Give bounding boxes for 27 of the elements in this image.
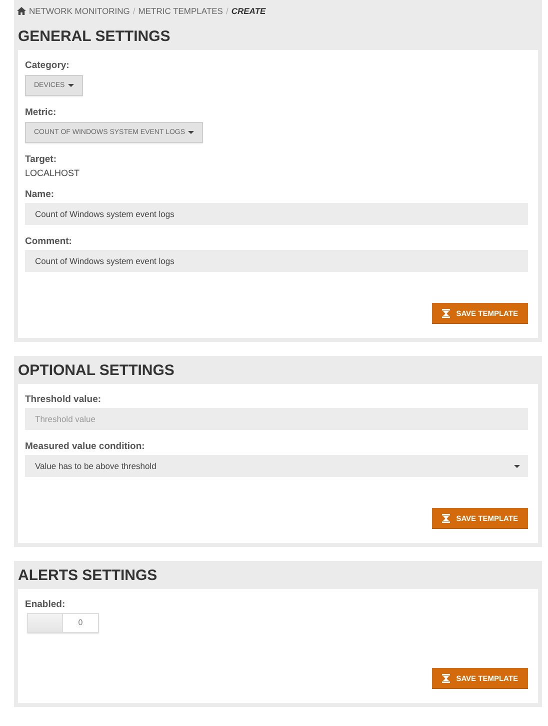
text-field[interactable]: Count of Windows system event logs xyxy=(25,203,528,225)
toggle-switch[interactable]: 0 xyxy=(27,613,99,633)
breadcrumb-link[interactable]: NETWORK MONITORING xyxy=(29,6,130,16)
caret-icon xyxy=(514,464,520,468)
home-icon[interactable] xyxy=(17,7,26,15)
field-label: Name: xyxy=(25,189,54,200)
section-title: OPTIONAL SETTINGS xyxy=(18,361,174,381)
field-label: Target: xyxy=(25,154,56,165)
section-title: ALERTS SETTINGS xyxy=(18,566,158,586)
field-label: Measured value condition: xyxy=(25,441,145,452)
download-icon xyxy=(442,308,450,318)
field-label: Category: xyxy=(25,60,70,71)
text-field[interactable]: Count of Windows system event logs xyxy=(25,250,528,272)
field-label: Metric: xyxy=(25,107,56,118)
download-icon xyxy=(442,674,450,682)
field-label: Threshold value: xyxy=(25,394,102,405)
download-icon xyxy=(442,514,450,522)
field-label: Comment: xyxy=(25,236,72,247)
text-field[interactable]: Threshold value xyxy=(25,408,528,430)
breadcrumb-current: CREATE xyxy=(231,6,266,16)
section-title: GENERAL SETTINGS xyxy=(18,27,170,47)
breadcrumb-separator: / xyxy=(226,6,228,16)
field-label: Enabled: xyxy=(25,599,66,610)
select-field[interactable]: Value has to be above threshold xyxy=(25,455,528,477)
breadcrumb-link[interactable]: METRIC TEMPLATES xyxy=(138,6,223,16)
breadcrumb-separator: / xyxy=(132,6,136,16)
field-value: LOCALHOST xyxy=(25,168,80,178)
